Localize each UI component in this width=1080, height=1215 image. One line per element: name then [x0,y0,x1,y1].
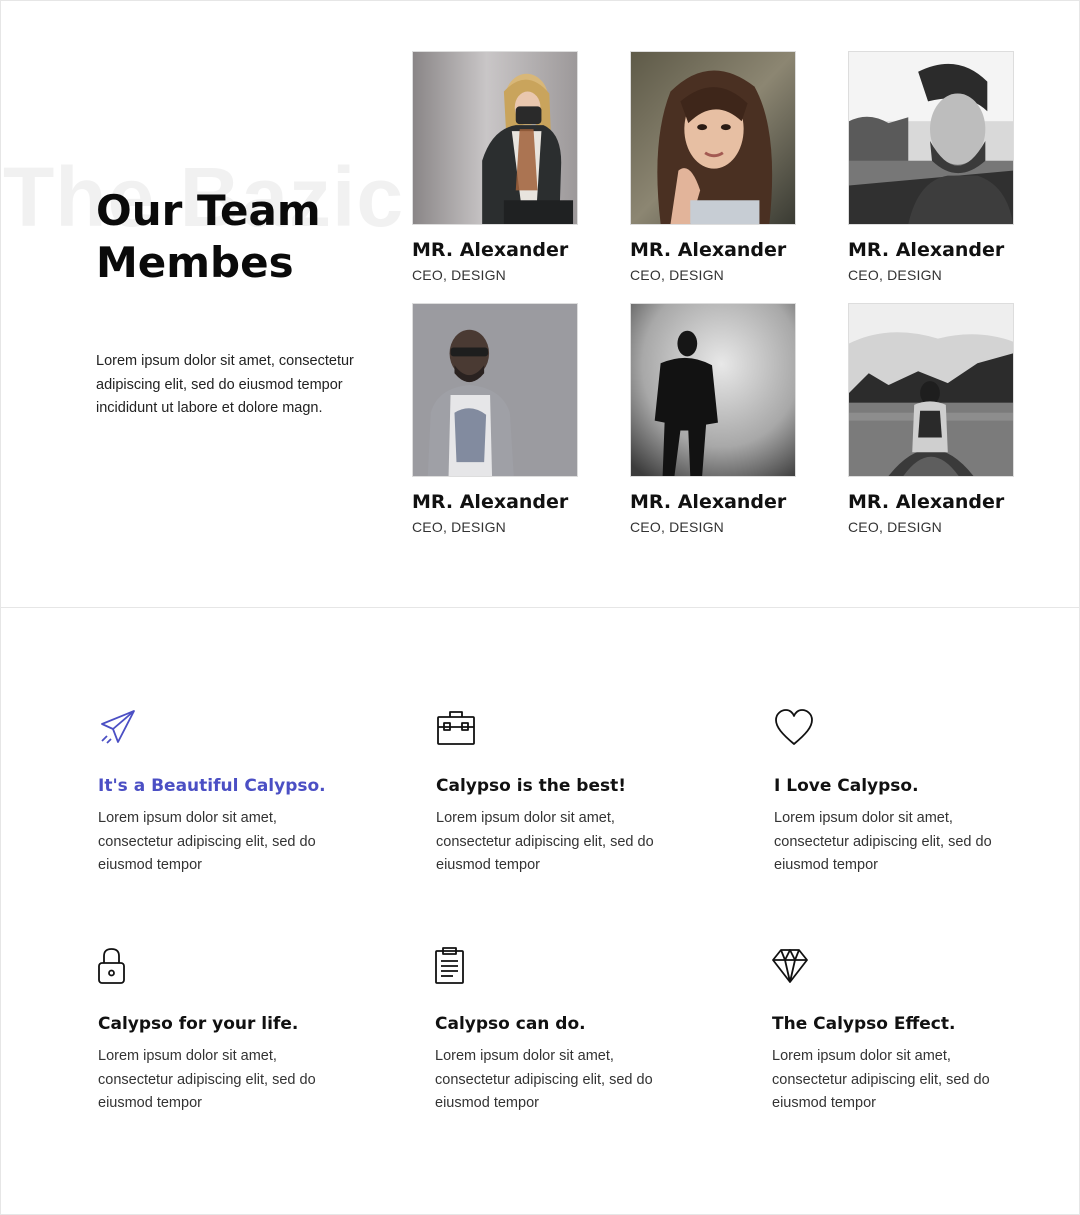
member-role: CEO, DESIGN [630,519,724,535]
clipboard-icon [435,946,475,986]
member-name: MR. Alexander [630,239,787,261]
member-role: CEO, DESIGN [412,267,506,283]
member-name: MR. Alexander [848,239,1005,261]
briefcase-icon [436,708,476,748]
team-member-card: MR. Alexander CEO, DESIGN [412,51,582,283]
feature-text: Lorem ipsum dolor sit amet, consectetur … [436,810,654,874]
member-role: CEO, DESIGN [848,519,942,535]
feature-title: Calypso is the best! [436,776,626,796]
feature-text: Lorem ipsum dolor sit amet, consectetur … [772,1048,990,1112]
team-title: Our Team Membes [96,185,396,289]
member-name: MR. Alexander [848,491,1005,513]
member-photo [848,303,1014,477]
feature-title: Calypso can do. [435,1014,586,1034]
features-slide: It's a Beautiful Calypso. Lorem ipsum do… [0,607,1080,1215]
feature-title: It's a Beautiful Calypso. [98,776,326,796]
team-title-line-1: Our Team [96,186,321,235]
team-title-line-2: Membes [96,238,294,287]
team-member-card: MR. Alexander CEO, DESIGN [412,303,582,535]
paper-plane-icon [98,708,138,748]
member-role: CEO, DESIGN [412,519,506,535]
team-member-card: MR. Alexander CEO, DESIGN [848,303,1018,535]
member-photo [630,51,796,225]
padlock-icon [98,946,138,986]
member-name: MR. Alexander [630,491,787,513]
feature-text: Lorem ipsum dolor sit amet, consectetur … [774,810,992,874]
feature-text: Lorem ipsum dolor sit amet, consectetur … [435,1048,653,1112]
feature-title: I Love Calypso. [774,776,919,796]
member-photo [412,303,578,477]
member-photo [848,51,1014,225]
team-member-card: MR. Alexander CEO, DESIGN [848,51,1018,283]
team-member-card: MR. Alexander CEO, DESIGN [630,303,800,535]
member-role: CEO, DESIGN [630,267,724,283]
member-photo [412,51,578,225]
feature-title: The Calypso Effect. [772,1014,956,1034]
member-role: CEO, DESIGN [848,267,942,283]
team-intro-text: Lorem ipsum dolor sit amet, consectetur … [96,353,354,417]
member-name: MR. Alexander [412,491,569,513]
team-member-card: MR. Alexander CEO, DESIGN [630,51,800,283]
member-photo [630,303,796,477]
feature-text: Lorem ipsum dolor sit amet, consectetur … [98,1048,316,1112]
team-slide: The Bazic Our Team Membes Lorem ipsum do… [0,0,1080,608]
diamond-icon [772,946,812,986]
heart-icon [774,708,814,748]
feature-text: Lorem ipsum dolor sit amet, consectetur … [98,810,316,874]
member-name: MR. Alexander [412,239,569,261]
feature-title: Calypso for your life. [98,1014,299,1034]
